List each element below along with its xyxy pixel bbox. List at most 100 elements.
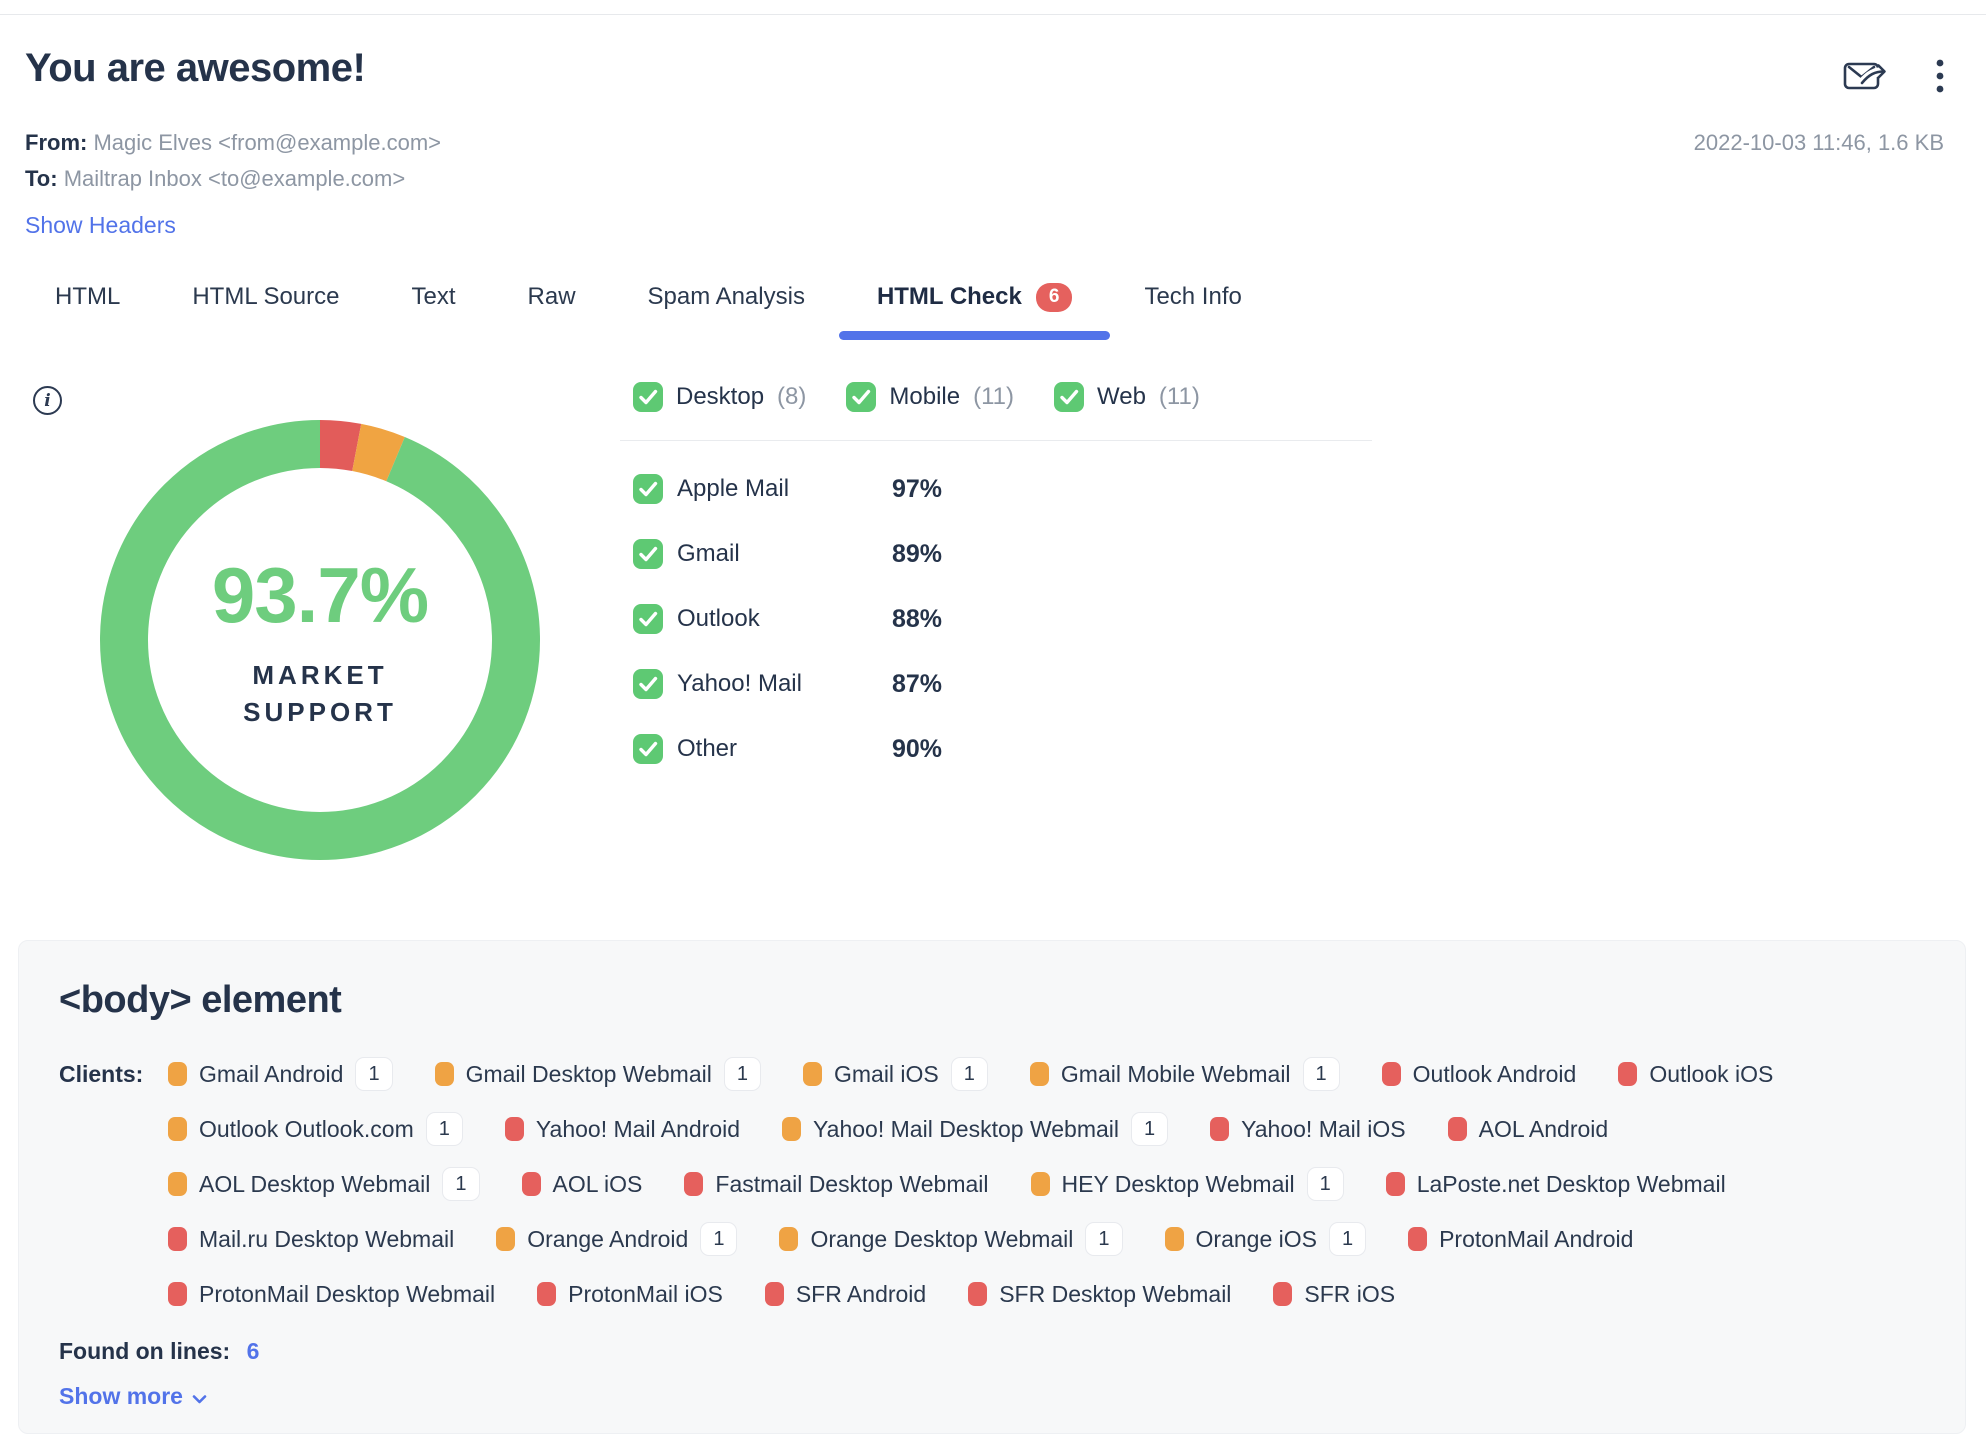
client-status-dot-icon <box>434 1062 454 1086</box>
filters-divider <box>620 440 1372 441</box>
client-name: AOL iOS <box>552 1170 643 1197</box>
client-group-label: Apple Mail <box>677 475 790 502</box>
client-status-dot-icon <box>782 1117 802 1141</box>
support-list: Apple Mail 97% Gmail 89% Outlook 88% Yah… <box>633 472 942 797</box>
checkbox-checked-icon[interactable] <box>633 734 663 764</box>
client-chip-list: Gmail Android 1 Gmail Desktop Webmail 1 … <box>168 1056 1925 1312</box>
client-chip: SFR Desktop Webmail <box>968 1276 1231 1312</box>
to-value: Mailtrap Inbox <to@example.com> <box>63 166 406 191</box>
show-more-button[interactable]: Show more <box>59 1383 207 1410</box>
checkbox-checked-icon[interactable] <box>633 604 663 634</box>
client-status-dot-icon <box>1408 1227 1428 1251</box>
client-chip: ProtonMail Android <box>1408 1221 1633 1257</box>
client-chip: Outlook iOS <box>1618 1056 1773 1092</box>
client-status-dot-icon <box>1164 1227 1184 1251</box>
client-type-filter[interactable]: Web (11) <box>1054 382 1200 412</box>
client-chip: Gmail Android 1 <box>168 1056 393 1092</box>
info-icon[interactable]: i <box>33 386 62 415</box>
tab-label: HTML Check <box>876 283 1022 311</box>
checkbox-checked-icon[interactable] <box>1054 382 1084 412</box>
client-name: SFR Android <box>795 1280 927 1307</box>
tab[interactable]: Text <box>412 283 456 339</box>
client-support-percent: 88% <box>892 604 943 633</box>
client-name: Outlook Outlook.com <box>199 1115 414 1142</box>
tab[interactable]: Raw <box>528 283 576 339</box>
client-chip: SFR iOS <box>1273 1276 1395 1312</box>
client-group-label: Other <box>677 735 738 762</box>
tab[interactable]: Spam Analysis <box>648 283 805 339</box>
client-status-dot-icon <box>1273 1282 1293 1306</box>
client-status-dot-icon <box>968 1282 988 1306</box>
client-type-filter[interactable]: Mobile (11) <box>846 382 1014 412</box>
checkbox-checked-icon[interactable] <box>633 474 663 504</box>
client-support-percent: 90% <box>892 734 943 763</box>
clients-label: Clients: <box>59 1061 144 1087</box>
client-support-percent: 97% <box>892 474 943 503</box>
filter-label: Mobile <box>889 383 961 410</box>
client-chip: Fastmail Desktop Webmail <box>684 1166 989 1202</box>
client-status-dot-icon <box>1381 1062 1401 1086</box>
client-name: ProtonMail Android <box>1439 1225 1634 1252</box>
client-name: Orange Desktop Webmail <box>810 1225 1074 1252</box>
client-group-label: Yahoo! Mail <box>677 670 802 697</box>
client-name: Yahoo! Mail Android <box>535 1115 741 1142</box>
tab[interactable]: Tech Info <box>1144 283 1241 339</box>
client-count-badge: 1 <box>1306 1167 1344 1201</box>
client-status-dot-icon <box>496 1227 516 1251</box>
client-name: Fastmail Desktop Webmail <box>715 1170 989 1197</box>
checkbox-checked-icon[interactable] <box>846 382 877 412</box>
client-name: Outlook iOS <box>1649 1060 1774 1087</box>
client-chip: Gmail Desktop Webmail 1 <box>434 1056 761 1092</box>
client-chip: Outlook Outlook.com 1 <box>168 1111 463 1147</box>
tab[interactable]: HTML <box>55 283 120 339</box>
client-chip: ProtonMail iOS <box>537 1276 723 1312</box>
client-name: Gmail Mobile Webmail <box>1060 1060 1291 1087</box>
client-chip: AOL Android <box>1447 1111 1609 1147</box>
client-name: AOL Android <box>1478 1115 1609 1142</box>
to-row: To: Mailtrap Inbox <to@example.com> <box>25 161 441 197</box>
client-support-percent: 87% <box>892 669 943 698</box>
client-name: ProtonMail Desktop Webmail <box>199 1280 496 1307</box>
client-status-dot-icon <box>1030 1172 1050 1196</box>
client-chip: Orange iOS 1 <box>1164 1221 1367 1257</box>
to-label: To: <box>25 166 58 191</box>
market-support-chart: 93.7% MARKET SUPPORT <box>100 420 540 860</box>
client-status-dot-icon <box>168 1172 187 1196</box>
tab[interactable]: HTML Check 6 <box>839 283 1110 340</box>
found-on-lines-value[interactable]: 6 <box>247 1338 260 1364</box>
client-status-dot-icon <box>168 1282 187 1306</box>
show-headers-link[interactable]: Show Headers <box>25 212 176 239</box>
client-name: Orange Android <box>527 1225 689 1252</box>
more-options-button[interactable] <box>1936 58 1944 97</box>
client-chip: Outlook Android <box>1381 1056 1577 1092</box>
issue-card: <body> element Clients: Gmail Android 1 … <box>18 940 1966 1434</box>
client-status-dot-icon <box>168 1227 187 1251</box>
tab-label: Spam Analysis <box>647 283 805 310</box>
from-label: From: <box>25 130 88 155</box>
support-row: Gmail 89% <box>633 537 942 571</box>
top-divider <box>0 14 1986 15</box>
client-status-dot-icon <box>521 1172 541 1196</box>
checkbox-checked-icon[interactable] <box>633 382 663 412</box>
client-count-badge: 1 <box>355 1057 393 1091</box>
checkbox-checked-icon[interactable] <box>633 669 663 699</box>
tab-label: HTML Source <box>192 283 340 310</box>
email-view-tabs: HTML HTML Source Text Raw Spam Analysis … <box>55 283 1242 340</box>
client-chip: Mail.ru Desktop Webmail <box>168 1221 454 1257</box>
tab[interactable]: HTML Source <box>192 283 339 339</box>
checkbox-checked-icon[interactable] <box>633 539 663 569</box>
client-status-dot-icon <box>1029 1062 1049 1086</box>
client-status-dot-icon <box>1447 1117 1467 1141</box>
client-count-badge: 1 <box>1131 1112 1169 1146</box>
client-chip: ProtonMail Desktop Webmail <box>168 1276 495 1312</box>
client-chip: Yahoo! Mail Desktop Webmail 1 <box>782 1111 1169 1147</box>
client-chip: Orange Desktop Webmail 1 <box>779 1221 1123 1257</box>
chevron-down-icon <box>192 1383 207 1410</box>
client-name: Outlook Android <box>1412 1060 1577 1087</box>
client-name: HEY Desktop Webmail <box>1061 1170 1295 1197</box>
client-group-label: Gmail <box>677 540 740 567</box>
client-type-filter[interactable]: Desktop (8) <box>633 382 806 412</box>
forward-email-button[interactable] <box>1842 56 1890 99</box>
client-status-dot-icon <box>1385 1172 1405 1196</box>
client-chip: Yahoo! Mail Android <box>504 1111 741 1147</box>
